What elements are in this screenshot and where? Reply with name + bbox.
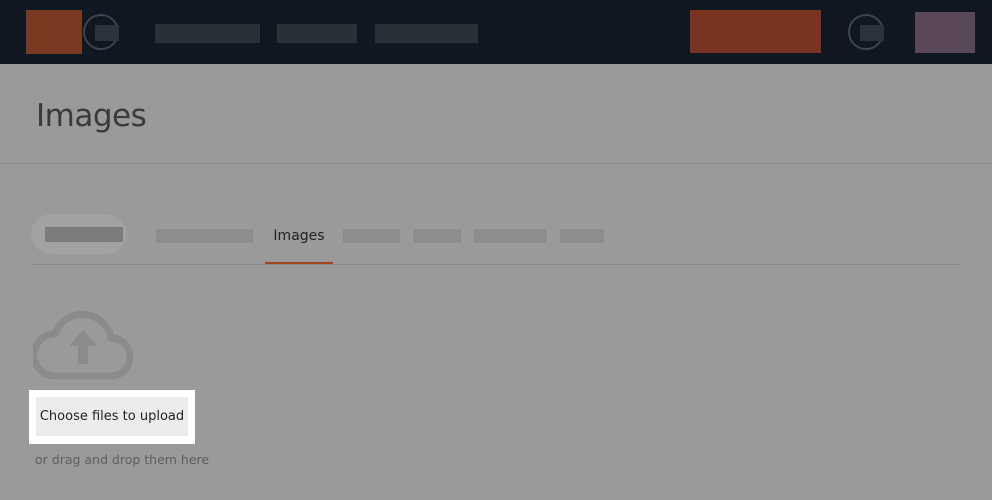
avatar[interactable] [915,12,975,53]
nav-link-2[interactable] [277,24,357,43]
page-title: Images [36,98,147,134]
tab-placeholder-2[interactable] [343,229,400,243]
tab-placeholder-4[interactable] [474,229,547,243]
primary-action-button[interactable] [690,10,821,53]
choose-files-button[interactable]: Choose files to upload [36,397,188,436]
logo[interactable] [26,10,82,54]
user-placeholder-icon[interactable] [848,14,884,50]
tab-placeholder-5[interactable] [560,229,604,243]
back-button[interactable] [31,214,126,254]
menu-placeholder-icon[interactable] [83,14,119,50]
tab-images[interactable]: Images [265,224,333,265]
cloud-upload-icon [33,310,133,380]
nav-link-3[interactable] [375,24,478,43]
user-placeholder-icon-glyph [860,25,884,41]
back-button-label-placeholder [45,227,123,242]
tab-placeholder-3[interactable] [413,229,461,243]
header-divider [0,163,992,164]
tabs-divider [31,264,960,265]
menu-placeholder-icon-glyph [95,25,119,41]
tab-placeholder-1[interactable] [156,229,253,243]
nav-link-1[interactable] [155,24,260,43]
top-navigation-bar [0,0,992,64]
drop-hint: or drag and drop them here [35,452,210,467]
